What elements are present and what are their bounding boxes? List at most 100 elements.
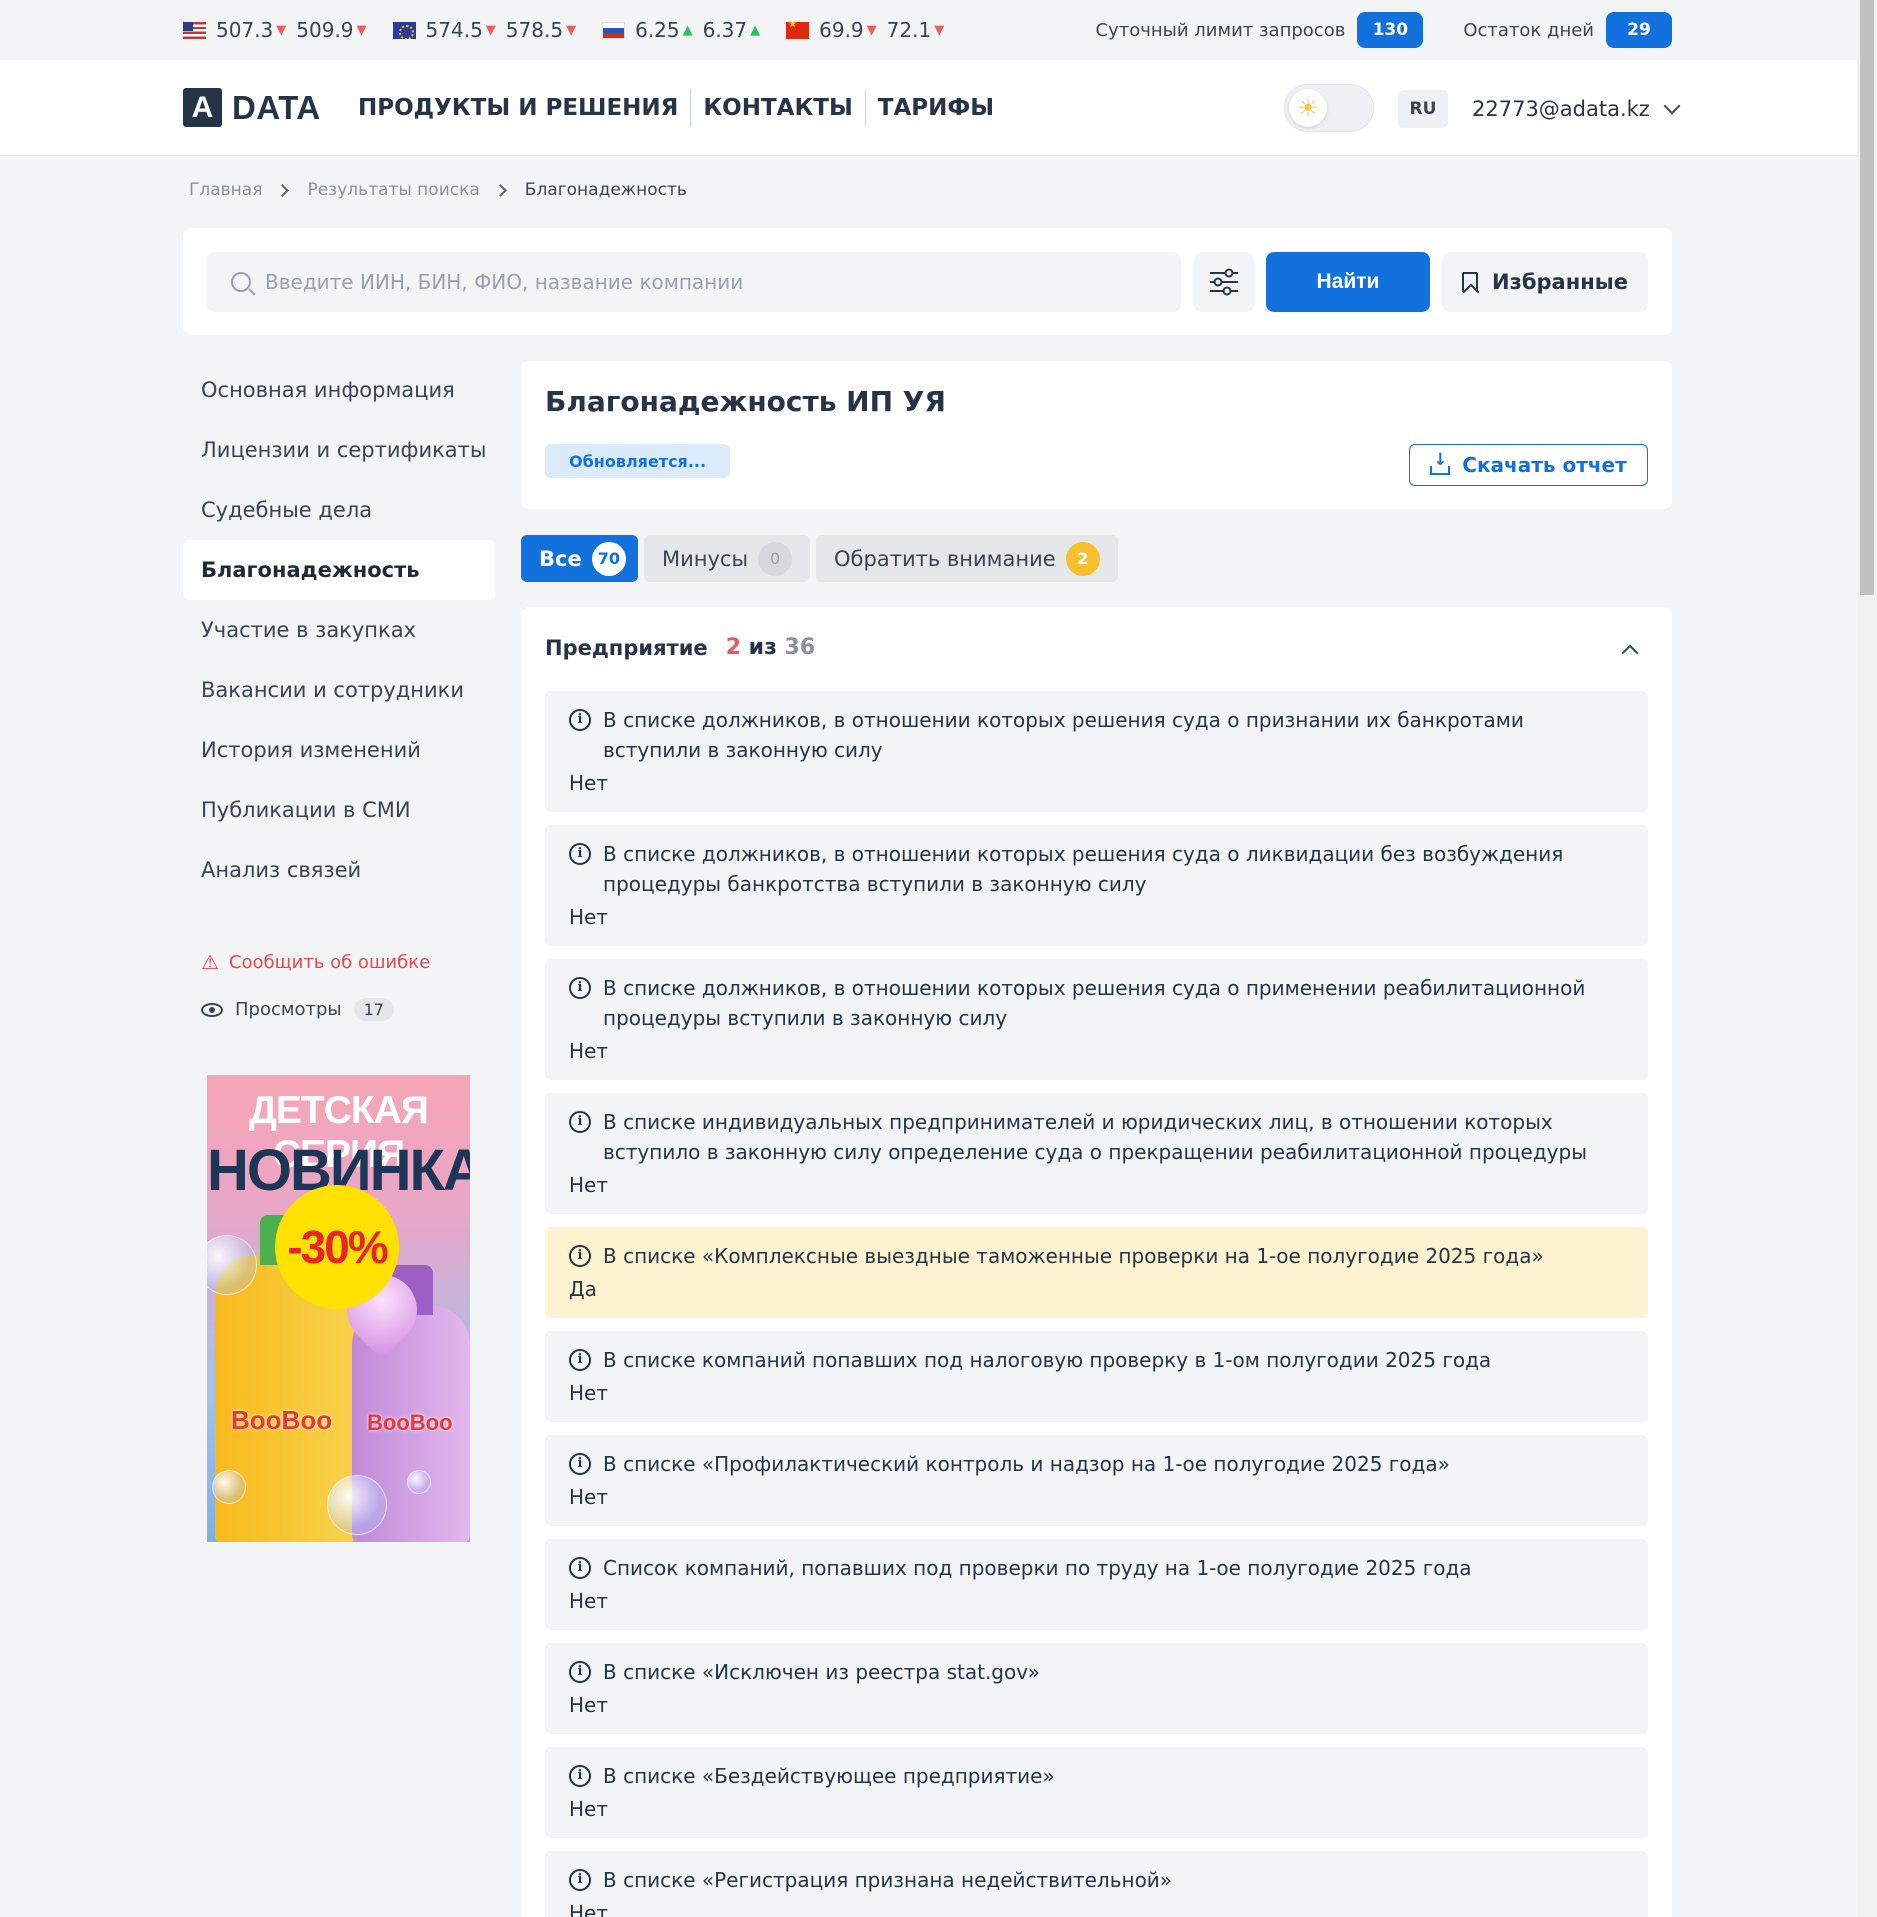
item-answer: Нет [569,1797,608,1821]
sidebar-item-licenses[interactable]: Лицензии и сертификаты [183,420,495,480]
item-question: В списке должников, в отношении которых … [603,708,1524,762]
tab-attention-count: 2 [1065,541,1100,576]
section-total: 36 [784,635,816,660]
theme-toggle[interactable]: ☀ [1284,84,1374,132]
list-item: i В списке должников, в отношении которых… [545,825,1648,946]
sidebar-item-court-cases[interactable]: Судебные дела [183,480,495,540]
rate-eur: 574.5 ▼ 578.5 ▼ [392,18,577,42]
rate-eur-buy: 574.5 [425,18,483,42]
eye-icon [201,1002,223,1017]
rate-rub-sell: 6.37 [702,18,748,42]
tab-attention-label: Обратить внимание [834,546,1056,571]
warning-icon: ⚠ [201,950,219,974]
search-field[interactable] [207,252,1181,312]
tab-all[interactable]: Все 70 [521,535,638,582]
days-left-label: Остаток дней [1463,19,1594,41]
favorites-button[interactable]: Избранные [1442,252,1648,312]
list-item: i В списке должников, в отношении которых… [545,959,1648,1080]
arrow-down-icon: ▼ [566,22,577,38]
item-answer: Нет [569,1589,608,1613]
chevron-down-icon [1663,97,1681,115]
breadcrumb: Главная Результаты поиска Благонадежност… [189,180,687,200]
nav-products[interactable]: ПРОДУКТЫ И РЕШЕНИЯ [358,90,692,126]
item-answer: Нет [569,1039,608,1063]
section-title: Предприятие [545,635,708,660]
report-error-link[interactable]: ⚠ Сообщить об ошибке [201,950,430,974]
info-icon[interactable]: i [569,977,591,999]
item-question: В списке должников, в отношении которых … [603,842,1564,896]
user-menu[interactable]: 22773@adata.kz [1472,90,1681,128]
filter-tabs: Все 70 Минусы 0 Обратить внимание 2 [521,535,1118,582]
arrow-down-icon: ▼ [866,22,877,38]
page-scrollbar[interactable] [1857,0,1877,1917]
daily-limit-badge: 130 [1357,12,1424,48]
tab-minuses-label: Минусы [661,546,749,571]
scrollbar-thumb[interactable] [1860,0,1874,595]
info-icon[interactable]: i [569,1869,591,1891]
arrow-down-icon: ▼ [356,22,367,38]
nav-contacts[interactable]: КОНТАКТЫ [691,90,866,126]
info-icon[interactable]: i [569,1111,591,1133]
ad-discount-badge: -30% [275,1185,399,1309]
rate-usd-sell: 509.9 [296,18,354,42]
section-header[interactable]: Предприятие 2 из 36 [545,635,815,660]
logo-mark: A [183,88,222,127]
info-icon[interactable]: i [569,1349,591,1371]
arrow-down-icon: ▼ [276,22,287,38]
item-answer: Нет [569,905,608,929]
list-item: i В списке «Профилактический контроль и н… [545,1435,1648,1526]
chevron-right-icon [493,183,507,197]
breadcrumb-home[interactable]: Главная [189,180,262,200]
info-icon[interactable]: i [569,1557,591,1579]
item-question: В списке «Профилактический контроль и на… [603,1452,1450,1476]
info-icon[interactable]: i [569,709,591,731]
nav-tariffs[interactable]: ТАРИФЫ [866,90,1006,126]
list-item: i В списке «Бездействующее предприятие» Н… [545,1747,1648,1838]
sidebar-item-media[interactable]: Публикации в СМИ [183,780,495,840]
filter-sliders-icon [1210,268,1238,296]
bookmark-icon [1462,272,1479,292]
logo-text: DATA [232,88,321,126]
item-question: Список компаний, попавших под проверки п… [603,1556,1472,1580]
sidebar-item-procurement[interactable]: Участие в закупках [183,600,495,660]
item-answer: Нет [569,1485,608,1509]
sidebar-item-vacancies[interactable]: Вакансии и сотрудники [183,660,495,720]
list-item-attention: i В списке «Комплексные выездные таможенн… [545,1227,1648,1318]
ad-banner[interactable]: ДЕТСКАЯ СЕРИЯ НОВИНКА! -30% BooBoo BooBo… [207,1075,470,1542]
section-count: 2 из 36 [726,635,815,660]
exchange-rates: 507.3 ▼ 509.9 ▼ 574.5 ▼ 578.5 ▼ 6.25 ▲ 6.37 ▲ … [183,18,944,42]
tab-attention[interactable]: Обратить внимание 2 [816,535,1118,582]
item-answer: Да [569,1277,597,1301]
views-counter: Просмотры 17 [201,998,394,1021]
info-icon[interactable]: i [569,1245,591,1267]
item-answer: Нет [569,1381,608,1405]
sidebar-item-basic-info[interactable]: Основная информация [183,360,495,420]
tab-minuses[interactable]: Минусы 0 [643,535,811,582]
sidebar-item-reliability[interactable]: Благонадежность [183,540,495,600]
language-switcher[interactable]: RU [1398,90,1448,128]
ru-flag-icon [602,21,626,39]
arrow-down-icon: ▼ [934,22,945,38]
info-icon[interactable]: i [569,1765,591,1787]
item-question: В списке «Исключен из реестра stat.gov» [603,1660,1040,1684]
days-left-badge: 29 [1606,12,1672,48]
enterprise-section: Предприятие 2 из 36 i В списке должников,… [521,607,1672,1917]
search-panel: Найти Избранные [183,228,1672,335]
find-button[interactable]: Найти [1266,252,1430,312]
filter-button[interactable] [1194,252,1254,312]
favorites-label: Избранные [1492,270,1628,294]
check-list: i В списке должников, в отношении которых… [545,691,1648,1917]
breadcrumb-search-results[interactable]: Результаты поиска [307,180,479,200]
chevron-up-icon[interactable] [1621,644,1639,662]
search-input[interactable] [265,270,1165,294]
sidebar-item-history[interactable]: История изменений [183,720,495,780]
list-item: i В списке компаний попавших под налогову… [545,1331,1648,1422]
report-header-card: Благонадежность ИП УЯ Обновляется... Ска… [521,361,1672,509]
info-icon[interactable]: i [569,1661,591,1683]
info-icon[interactable]: i [569,1453,591,1475]
download-report-button[interactable]: Скачать отчет [1409,444,1648,486]
info-icon[interactable]: i [569,843,591,865]
sidebar-item-links-analysis[interactable]: Анализ связей [183,840,495,900]
logo[interactable]: A DATA [183,88,321,127]
item-answer: Нет [569,771,608,795]
